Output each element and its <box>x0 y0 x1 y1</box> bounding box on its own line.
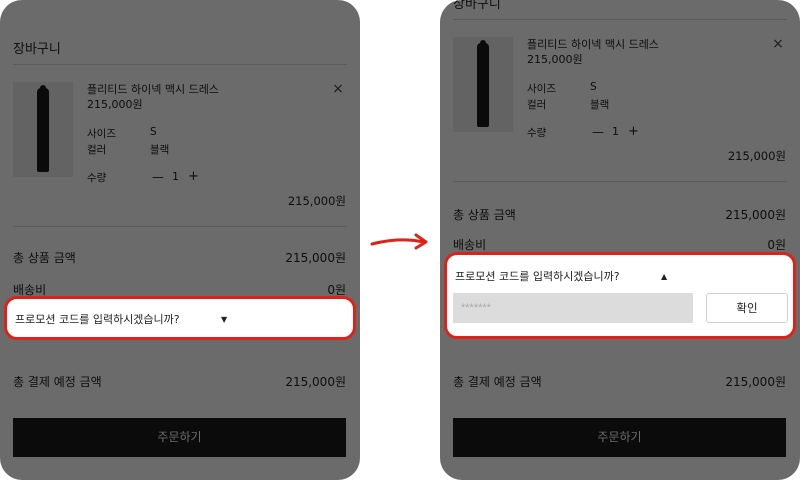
promo-highlight: 프로모션 코드를 입력하시겠습니까? ▼ <box>4 296 356 340</box>
color-value: 블랙 <box>150 144 170 156</box>
cart-panel-before: 장바구니 플리티드 하이넥 맥시 드레스 215,000원 × 사이즈 S 컬러… <box>0 0 360 480</box>
product-price: 215,000원 <box>87 98 143 111</box>
close-icon[interactable]: × <box>330 81 346 97</box>
grand-total-label: 총 결제 예정 금액 <box>453 375 542 389</box>
color-value: 블랙 <box>590 99 610 111</box>
quantity-label: 수량 <box>527 127 547 139</box>
subtotal-value: 215,000원 <box>285 251 346 265</box>
quantity-value: 1 <box>612 125 619 138</box>
size-label: 사이즈 <box>87 128 116 140</box>
order-button[interactable]: 주문하기 <box>13 418 346 457</box>
quantity-decrease-button[interactable]: — <box>592 125 604 139</box>
dress-silhouette <box>37 88 49 172</box>
promo-toggle[interactable]: 프로모션 코드를 입력하시겠습니까? <box>15 311 180 327</box>
promo-highlight: 프로모션 코드를 입력하시겠습니까? ▲ 확인 <box>444 252 796 339</box>
item-total: 215,000원 <box>727 149 786 163</box>
order-button[interactable]: 주문하기 <box>453 418 786 457</box>
subtotal-label: 총 상품 금액 <box>13 251 76 265</box>
arrow-right-icon <box>370 233 428 250</box>
close-icon[interactable]: × <box>770 36 786 52</box>
size-label: 사이즈 <box>527 83 556 95</box>
divider <box>453 19 787 20</box>
grand-total-label: 총 결제 예정 금액 <box>13 375 102 389</box>
divider <box>453 181 787 182</box>
color-label: 컬러 <box>527 99 547 111</box>
quantity-decrease-button[interactable]: — <box>152 170 164 184</box>
product-name[interactable]: 플리티드 하이넥 맥시 드레스 <box>527 36 659 52</box>
promo-confirm-button[interactable]: 확인 <box>706 293 788 323</box>
color-label: 컬러 <box>87 144 107 156</box>
divider <box>13 226 347 227</box>
cart-title: 장바구니 <box>453 0 501 12</box>
subtotal-value: 215,000원 <box>725 208 786 222</box>
shipping-label: 배송비 <box>453 238 487 252</box>
promo-toggle[interactable]: 프로모션 코드를 입력하시겠습니까? <box>455 268 620 284</box>
divider <box>13 64 347 65</box>
size-value: S <box>590 81 597 93</box>
caret-down-icon[interactable]: ▼ <box>221 315 227 324</box>
shipping-value: 0원 <box>767 238 786 252</box>
subtotal-label: 총 상품 금액 <box>453 208 516 222</box>
grand-total-value: 215,000원 <box>285 375 346 389</box>
caret-up-icon[interactable]: ▲ <box>661 272 667 281</box>
quantity-increase-button[interactable]: + <box>628 124 639 139</box>
dim-overlay <box>0 0 360 480</box>
quantity-increase-button[interactable]: + <box>188 169 199 184</box>
quantity-value: 1 <box>172 170 179 183</box>
grand-total-value: 215,000원 <box>725 375 786 389</box>
quantity-label: 수량 <box>87 172 107 184</box>
product-price: 215,000원 <box>527 53 583 66</box>
item-total: 215,000원 <box>287 194 346 208</box>
product-image[interactable] <box>13 82 73 177</box>
size-value: S <box>150 126 157 138</box>
cart-title: 장바구니 <box>13 42 61 57</box>
product-name[interactable]: 플리티드 하이넥 맥시 드레스 <box>87 81 219 97</box>
product-image[interactable] <box>453 37 513 132</box>
cart-panel-after: 장바구니 플리티드 하이넥 맥시 드레스 215,000원 × 사이즈 S 컬러… <box>440 0 800 480</box>
dress-silhouette <box>477 43 489 127</box>
promo-code-input[interactable] <box>453 293 693 323</box>
